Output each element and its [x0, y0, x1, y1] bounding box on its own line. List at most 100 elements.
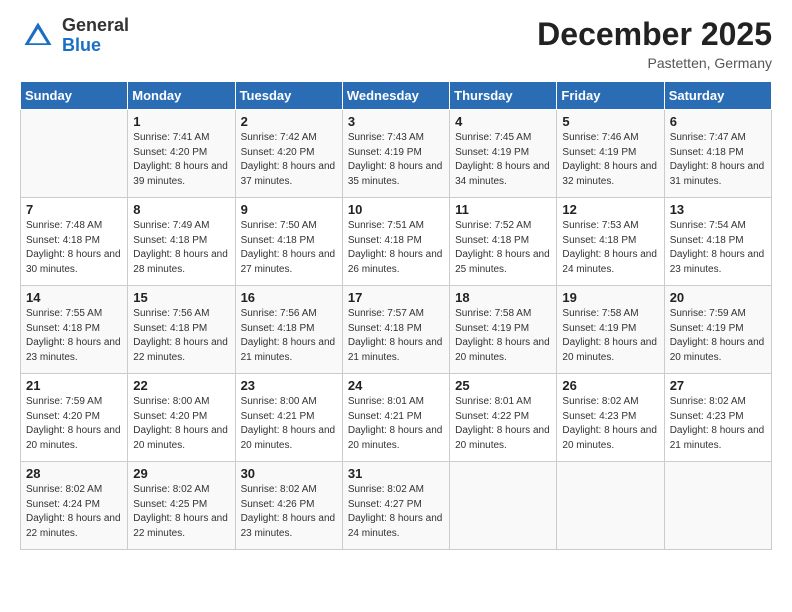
calendar-week-row: 7 Sunrise: 7:48 AMSunset: 4:18 PMDaylight… [21, 198, 772, 286]
day-number: 17 [348, 290, 444, 305]
cell-content: Sunrise: 7:59 AMSunset: 4:20 PMDaylight:… [26, 395, 122, 453]
day-number: 12 [562, 202, 658, 217]
cell-content: Sunrise: 7:49 AMSunset: 4:18 PMDaylight:… [133, 219, 229, 277]
calendar-cell: 4 Sunrise: 7:45 AMSunset: 4:19 PMDaylight… [450, 110, 557, 198]
weekday-header-sunday: Sunday [21, 82, 128, 110]
calendar-cell: 25 Sunrise: 8:01 AMSunset: 4:22 PMDayligh… [450, 374, 557, 462]
cell-content: Sunrise: 7:54 AMSunset: 4:18 PMDaylight:… [670, 219, 766, 277]
calendar-week-row: 28 Sunrise: 8:02 AMSunset: 4:24 PMDayligh… [21, 462, 772, 550]
day-number: 9 [241, 202, 337, 217]
calendar-cell: 17 Sunrise: 7:57 AMSunset: 4:18 PMDayligh… [342, 286, 449, 374]
calendar-cell: 31Sunrise: 8:02 AMSunset: 4:27 PMDayligh… [342, 462, 449, 550]
day-number: 25 [455, 378, 551, 393]
cell-content: Sunrise: 7:42 AMSunset: 4:20 PMDaylight:… [241, 131, 337, 189]
day-number: 11 [455, 202, 551, 217]
weekday-header-thursday: Thursday [450, 82, 557, 110]
calendar-cell [450, 462, 557, 550]
day-number: 7 [26, 202, 122, 217]
calendar-cell: 24 Sunrise: 8:01 AMSunset: 4:21 PMDayligh… [342, 374, 449, 462]
weekday-header-wednesday: Wednesday [342, 82, 449, 110]
cell-content: Sunrise: 8:01 AMSunset: 4:21 PMDaylight:… [348, 395, 444, 453]
weekday-header-row: SundayMondayTuesdayWednesdayThursdayFrid… [21, 82, 772, 110]
logo-icon [20, 18, 56, 54]
day-number: 10 [348, 202, 444, 217]
day-number: 27 [670, 378, 766, 393]
calendar-table: SundayMondayTuesdayWednesdayThursdayFrid… [20, 81, 772, 550]
day-number: 20 [670, 290, 766, 305]
cell-content: Sunrise: 8:02 AMSunset: 4:26 PMDaylight:… [241, 483, 337, 541]
day-number: 15 [133, 290, 229, 305]
day-number: 30 [241, 466, 337, 481]
cell-content: Sunrise: 7:59 AMSunset: 4:19 PMDaylight:… [670, 307, 766, 365]
day-number: 28 [26, 466, 122, 481]
day-number: 2 [241, 114, 337, 129]
calendar-cell: 6 Sunrise: 7:47 AMSunset: 4:18 PMDaylight… [664, 110, 771, 198]
cell-content: Sunrise: 7:55 AMSunset: 4:18 PMDaylight:… [26, 307, 122, 365]
day-number: 1 [133, 114, 229, 129]
cell-content: Sunrise: 7:45 AMSunset: 4:19 PMDaylight:… [455, 131, 551, 189]
cell-content: Sunrise: 8:02 AMSunset: 4:23 PMDaylight:… [670, 395, 766, 453]
day-number: 18 [455, 290, 551, 305]
calendar-cell: 8 Sunrise: 7:49 AMSunset: 4:18 PMDaylight… [128, 198, 235, 286]
day-number: 22 [133, 378, 229, 393]
cell-content: Sunrise: 7:48 AMSunset: 4:18 PMDaylight:… [26, 219, 122, 277]
day-number: 16 [241, 290, 337, 305]
cell-content: Sunrise: 8:02 AMSunset: 4:24 PMDaylight:… [26, 483, 122, 541]
location: Pastetten, Germany [537, 55, 772, 71]
cell-content: Sunrise: 7:58 AMSunset: 4:19 PMDaylight:… [455, 307, 551, 365]
day-number: 4 [455, 114, 551, 129]
calendar-cell: 10 Sunrise: 7:51 AMSunset: 4:18 PMDayligh… [342, 198, 449, 286]
weekday-header-tuesday: Tuesday [235, 82, 342, 110]
calendar-cell: 21 Sunrise: 7:59 AMSunset: 4:20 PMDayligh… [21, 374, 128, 462]
calendar-cell [21, 110, 128, 198]
title-block: December 2025 Pastetten, Germany [537, 16, 772, 71]
day-number: 24 [348, 378, 444, 393]
cell-content: Sunrise: 7:51 AMSunset: 4:18 PMDaylight:… [348, 219, 444, 277]
cell-content: Sunrise: 7:52 AMSunset: 4:18 PMDaylight:… [455, 219, 551, 277]
cell-content: Sunrise: 7:50 AMSunset: 4:18 PMDaylight:… [241, 219, 337, 277]
cell-content: Sunrise: 7:56 AMSunset: 4:18 PMDaylight:… [241, 307, 337, 365]
logo: General Blue [20, 16, 129, 56]
day-number: 8 [133, 202, 229, 217]
cell-content: Sunrise: 8:02 AMSunset: 4:25 PMDaylight:… [133, 483, 229, 541]
cell-content: Sunrise: 7:58 AMSunset: 4:19 PMDaylight:… [562, 307, 658, 365]
page-header: General Blue December 2025 Pastetten, Ge… [20, 16, 772, 71]
day-number: 3 [348, 114, 444, 129]
weekday-header-monday: Monday [128, 82, 235, 110]
logo-text: General Blue [62, 16, 129, 56]
calendar-cell: 16 Sunrise: 7:56 AMSunset: 4:18 PMDayligh… [235, 286, 342, 374]
cell-content: Sunrise: 7:47 AMSunset: 4:18 PMDaylight:… [670, 131, 766, 189]
day-number: 5 [562, 114, 658, 129]
cell-content: Sunrise: 7:57 AMSunset: 4:18 PMDaylight:… [348, 307, 444, 365]
calendar-cell: 14Sunrise: 7:55 AMSunset: 4:18 PMDayligh… [21, 286, 128, 374]
cell-content: Sunrise: 8:01 AMSunset: 4:22 PMDaylight:… [455, 395, 551, 453]
calendar-cell: 18 Sunrise: 7:58 AMSunset: 4:19 PMDayligh… [450, 286, 557, 374]
calendar-cell: 27 Sunrise: 8:02 AMSunset: 4:23 PMDayligh… [664, 374, 771, 462]
day-number: 23 [241, 378, 337, 393]
calendar-cell: 23Sunrise: 8:00 AMSunset: 4:21 PMDayligh… [235, 374, 342, 462]
cell-content: Sunrise: 7:53 AMSunset: 4:18 PMDaylight:… [562, 219, 658, 277]
day-number: 26 [562, 378, 658, 393]
calendar-cell: 30 Sunrise: 8:02 AMSunset: 4:26 PMDayligh… [235, 462, 342, 550]
day-number: 29 [133, 466, 229, 481]
calendar-cell: 22Sunrise: 8:00 AMSunset: 4:20 PMDayligh… [128, 374, 235, 462]
calendar-week-row: 21 Sunrise: 7:59 AMSunset: 4:20 PMDayligh… [21, 374, 772, 462]
calendar-cell: 19 Sunrise: 7:58 AMSunset: 4:19 PMDayligh… [557, 286, 664, 374]
day-number: 21 [26, 378, 122, 393]
weekday-header-friday: Friday [557, 82, 664, 110]
cell-content: Sunrise: 7:46 AMSunset: 4:19 PMDaylight:… [562, 131, 658, 189]
cell-content: Sunrise: 7:56 AMSunset: 4:18 PMDaylight:… [133, 307, 229, 365]
calendar-week-row: 1Sunrise: 7:41 AMSunset: 4:20 PMDaylight… [21, 110, 772, 198]
weekday-header-saturday: Saturday [664, 82, 771, 110]
day-number: 6 [670, 114, 766, 129]
calendar-cell: 28 Sunrise: 8:02 AMSunset: 4:24 PMDayligh… [21, 462, 128, 550]
calendar-cell [557, 462, 664, 550]
calendar-cell: 20 Sunrise: 7:59 AMSunset: 4:19 PMDayligh… [664, 286, 771, 374]
calendar-cell: 15 Sunrise: 7:56 AMSunset: 4:18 PMDayligh… [128, 286, 235, 374]
day-number: 19 [562, 290, 658, 305]
calendar-cell [664, 462, 771, 550]
calendar-cell: 26Sunrise: 8:02 AMSunset: 4:23 PMDayligh… [557, 374, 664, 462]
calendar-cell: 29 Sunrise: 8:02 AMSunset: 4:25 PMDayligh… [128, 462, 235, 550]
day-number: 13 [670, 202, 766, 217]
calendar-cell: 11 Sunrise: 7:52 AMSunset: 4:18 PMDayligh… [450, 198, 557, 286]
